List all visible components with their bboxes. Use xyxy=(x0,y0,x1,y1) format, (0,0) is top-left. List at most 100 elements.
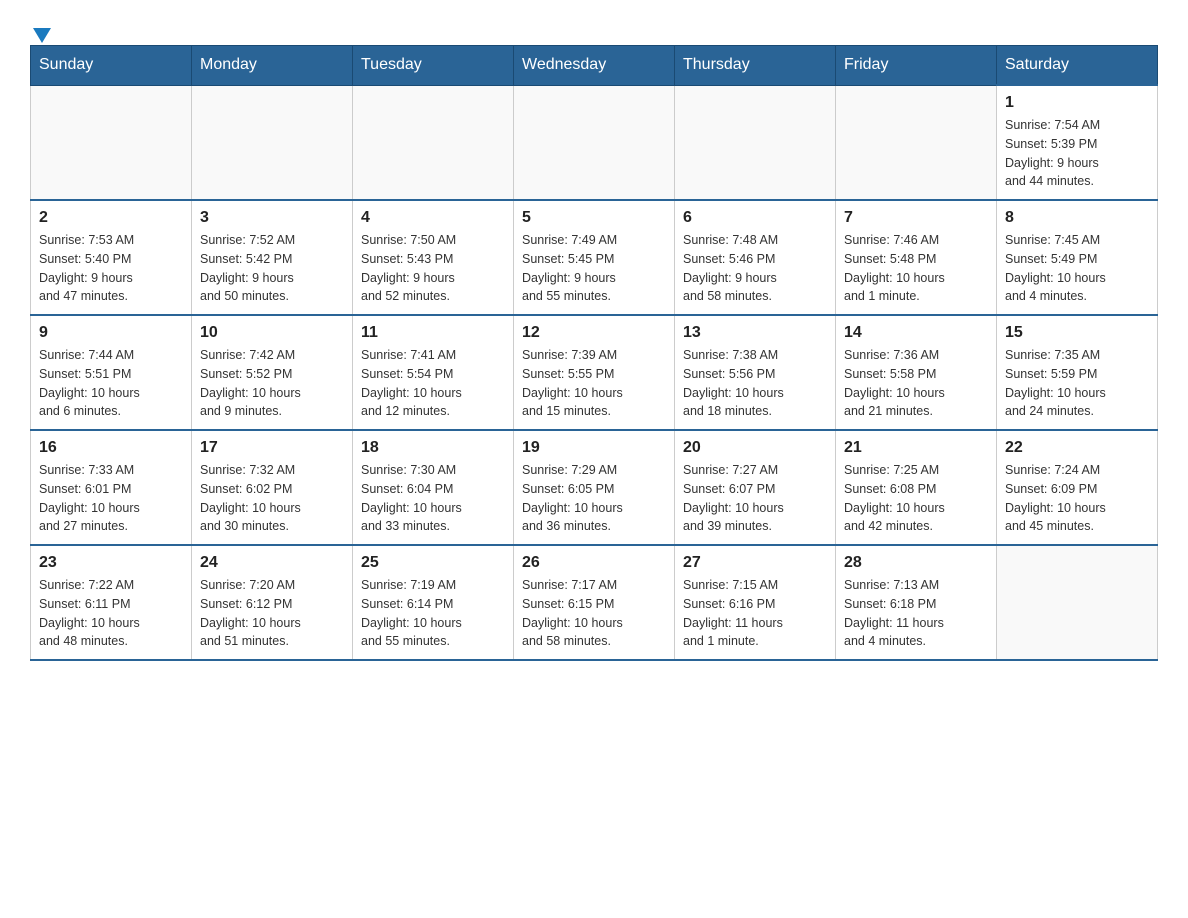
logo-triangle-icon xyxy=(33,28,51,43)
page-header xyxy=(30,20,1158,35)
day-info: Sunrise: 7:53 AMSunset: 5:40 PMDaylight:… xyxy=(39,231,183,306)
calendar-day xyxy=(514,85,675,200)
day-number: 5 xyxy=(522,209,666,227)
calendar-day: 27 Sunrise: 7:15 AMSunset: 6:16 PMDayligh… xyxy=(675,545,836,660)
calendar-week-1: 1 Sunrise: 7:54 AMSunset: 5:39 PMDaylight… xyxy=(31,85,1158,200)
day-number: 7 xyxy=(844,209,988,227)
calendar-day: 11Sunrise: 7:41 AMSunset: 5:54 PMDayligh… xyxy=(353,315,514,430)
calendar-day: 1 Sunrise: 7:54 AMSunset: 5:39 PMDaylight… xyxy=(997,85,1158,200)
calendar-week-5: 23 Sunrise: 7:22 AMSunset: 6:11 PMDayligh… xyxy=(31,545,1158,660)
day-info: Sunrise: 7:36 AMSunset: 5:58 PMDaylight:… xyxy=(844,346,988,421)
calendar-day: 14 Sunrise: 7:36 AMSunset: 5:58 PMDayligh… xyxy=(836,315,997,430)
calendar-day: 12 Sunrise: 7:39 AMSunset: 5:55 PMDayligh… xyxy=(514,315,675,430)
day-info: Sunrise: 7:35 AMSunset: 5:59 PMDaylight:… xyxy=(1005,346,1149,421)
day-number: 26 xyxy=(522,554,666,572)
day-info: Sunrise: 7:45 AMSunset: 5:49 PMDaylight:… xyxy=(1005,231,1149,306)
day-info: Sunrise: 7:49 AMSunset: 5:45 PMDaylight:… xyxy=(522,231,666,306)
day-info: Sunrise: 7:24 AMSunset: 6:09 PMDaylight:… xyxy=(1005,461,1149,536)
day-number: 12 xyxy=(522,324,666,342)
calendar-day: 8 Sunrise: 7:45 AMSunset: 5:49 PMDaylight… xyxy=(997,200,1158,315)
calendar-week-2: 2 Sunrise: 7:53 AMSunset: 5:40 PMDaylight… xyxy=(31,200,1158,315)
day-number: 21 xyxy=(844,439,988,457)
calendar-day: 19 Sunrise: 7:29 AMSunset: 6:05 PMDayligh… xyxy=(514,430,675,545)
calendar-day: 2 Sunrise: 7:53 AMSunset: 5:40 PMDaylight… xyxy=(31,200,192,315)
logo xyxy=(30,20,51,35)
day-number: 19 xyxy=(522,439,666,457)
day-number: 2 xyxy=(39,209,183,227)
day-header-friday: Friday xyxy=(836,46,997,86)
day-info: Sunrise: 7:20 AMSunset: 6:12 PMDaylight:… xyxy=(200,576,344,651)
day-info: Sunrise: 7:46 AMSunset: 5:48 PMDaylight:… xyxy=(844,231,988,306)
calendar-day: 26 Sunrise: 7:17 AMSunset: 6:15 PMDayligh… xyxy=(514,545,675,660)
day-header-thursday: Thursday xyxy=(675,46,836,86)
day-number: 3 xyxy=(200,209,344,227)
day-number: 16 xyxy=(39,439,183,457)
day-number: 24 xyxy=(200,554,344,572)
day-number: 15 xyxy=(1005,324,1149,342)
calendar-day xyxy=(836,85,997,200)
calendar-day xyxy=(353,85,514,200)
calendar-day: 20 Sunrise: 7:27 AMSunset: 6:07 PMDayligh… xyxy=(675,430,836,545)
day-info: Sunrise: 7:22 AMSunset: 6:11 PMDaylight:… xyxy=(39,576,183,651)
calendar-day: 28 Sunrise: 7:13 AMSunset: 6:18 PMDayligh… xyxy=(836,545,997,660)
calendar-table: SundayMondayTuesdayWednesdayThursdayFrid… xyxy=(30,45,1158,661)
calendar-day xyxy=(192,85,353,200)
calendar-week-4: 16 Sunrise: 7:33 AMSunset: 6:01 PMDayligh… xyxy=(31,430,1158,545)
day-info: Sunrise: 7:38 AMSunset: 5:56 PMDaylight:… xyxy=(683,346,827,421)
day-info: Sunrise: 7:50 AMSunset: 5:43 PMDaylight:… xyxy=(361,231,505,306)
calendar-week-3: 9 Sunrise: 7:44 AMSunset: 5:51 PMDaylight… xyxy=(31,315,1158,430)
day-number: 1 xyxy=(1005,94,1149,112)
day-number: 23 xyxy=(39,554,183,572)
day-info: Sunrise: 7:27 AMSunset: 6:07 PMDaylight:… xyxy=(683,461,827,536)
calendar-day: 21 Sunrise: 7:25 AMSunset: 6:08 PMDayligh… xyxy=(836,430,997,545)
calendar-day xyxy=(997,545,1158,660)
day-number: 18 xyxy=(361,439,505,457)
day-number: 14 xyxy=(844,324,988,342)
day-number: 28 xyxy=(844,554,988,572)
calendar-header-row: SundayMondayTuesdayWednesdayThursdayFrid… xyxy=(31,46,1158,86)
day-info: Sunrise: 7:44 AMSunset: 5:51 PMDaylight:… xyxy=(39,346,183,421)
calendar-day: 13Sunrise: 7:38 AMSunset: 5:56 PMDayligh… xyxy=(675,315,836,430)
day-number: 22 xyxy=(1005,439,1149,457)
calendar-day: 18 Sunrise: 7:30 AMSunset: 6:04 PMDayligh… xyxy=(353,430,514,545)
calendar-day: 25 Sunrise: 7:19 AMSunset: 6:14 PMDayligh… xyxy=(353,545,514,660)
day-info: Sunrise: 7:54 AMSunset: 5:39 PMDaylight:… xyxy=(1005,116,1149,191)
day-info: Sunrise: 7:33 AMSunset: 6:01 PMDaylight:… xyxy=(39,461,183,536)
calendar-day: 24 Sunrise: 7:20 AMSunset: 6:12 PMDayligh… xyxy=(192,545,353,660)
day-number: 9 xyxy=(39,324,183,342)
calendar-day: 15 Sunrise: 7:35 AMSunset: 5:59 PMDayligh… xyxy=(997,315,1158,430)
day-info: Sunrise: 7:19 AMSunset: 6:14 PMDaylight:… xyxy=(361,576,505,651)
day-info: Sunrise: 7:32 AMSunset: 6:02 PMDaylight:… xyxy=(200,461,344,536)
calendar-day: 5 Sunrise: 7:49 AMSunset: 5:45 PMDaylight… xyxy=(514,200,675,315)
day-info: Sunrise: 7:17 AMSunset: 6:15 PMDaylight:… xyxy=(522,576,666,651)
calendar-day xyxy=(675,85,836,200)
day-info: Sunrise: 7:25 AMSunset: 6:08 PMDaylight:… xyxy=(844,461,988,536)
calendar-day: 16 Sunrise: 7:33 AMSunset: 6:01 PMDayligh… xyxy=(31,430,192,545)
calendar-day: 10Sunrise: 7:42 AMSunset: 5:52 PMDayligh… xyxy=(192,315,353,430)
day-info: Sunrise: 7:30 AMSunset: 6:04 PMDaylight:… xyxy=(361,461,505,536)
calendar-day: 9 Sunrise: 7:44 AMSunset: 5:51 PMDaylight… xyxy=(31,315,192,430)
calendar-day: 23 Sunrise: 7:22 AMSunset: 6:11 PMDayligh… xyxy=(31,545,192,660)
day-info: Sunrise: 7:52 AMSunset: 5:42 PMDaylight:… xyxy=(200,231,344,306)
day-number: 4 xyxy=(361,209,505,227)
day-header-wednesday: Wednesday xyxy=(514,46,675,86)
day-info: Sunrise: 7:41 AMSunset: 5:54 PMDaylight:… xyxy=(361,346,505,421)
day-number: 27 xyxy=(683,554,827,572)
calendar-day: 7 Sunrise: 7:46 AMSunset: 5:48 PMDaylight… xyxy=(836,200,997,315)
day-info: Sunrise: 7:15 AMSunset: 6:16 PMDaylight:… xyxy=(683,576,827,651)
day-number: 6 xyxy=(683,209,827,227)
day-info: Sunrise: 7:39 AMSunset: 5:55 PMDaylight:… xyxy=(522,346,666,421)
day-info: Sunrise: 7:13 AMSunset: 6:18 PMDaylight:… xyxy=(844,576,988,651)
day-header-monday: Monday xyxy=(192,46,353,86)
day-number: 25 xyxy=(361,554,505,572)
day-number: 17 xyxy=(200,439,344,457)
day-header-tuesday: Tuesday xyxy=(353,46,514,86)
day-info: Sunrise: 7:42 AMSunset: 5:52 PMDaylight:… xyxy=(200,346,344,421)
calendar-day: 4 Sunrise: 7:50 AMSunset: 5:43 PMDaylight… xyxy=(353,200,514,315)
calendar-day: 3 Sunrise: 7:52 AMSunset: 5:42 PMDaylight… xyxy=(192,200,353,315)
day-number: 8 xyxy=(1005,209,1149,227)
day-info: Sunrise: 7:29 AMSunset: 6:05 PMDaylight:… xyxy=(522,461,666,536)
day-number: 20 xyxy=(683,439,827,457)
calendar-day: 22 Sunrise: 7:24 AMSunset: 6:09 PMDayligh… xyxy=(997,430,1158,545)
day-header-sunday: Sunday xyxy=(31,46,192,86)
